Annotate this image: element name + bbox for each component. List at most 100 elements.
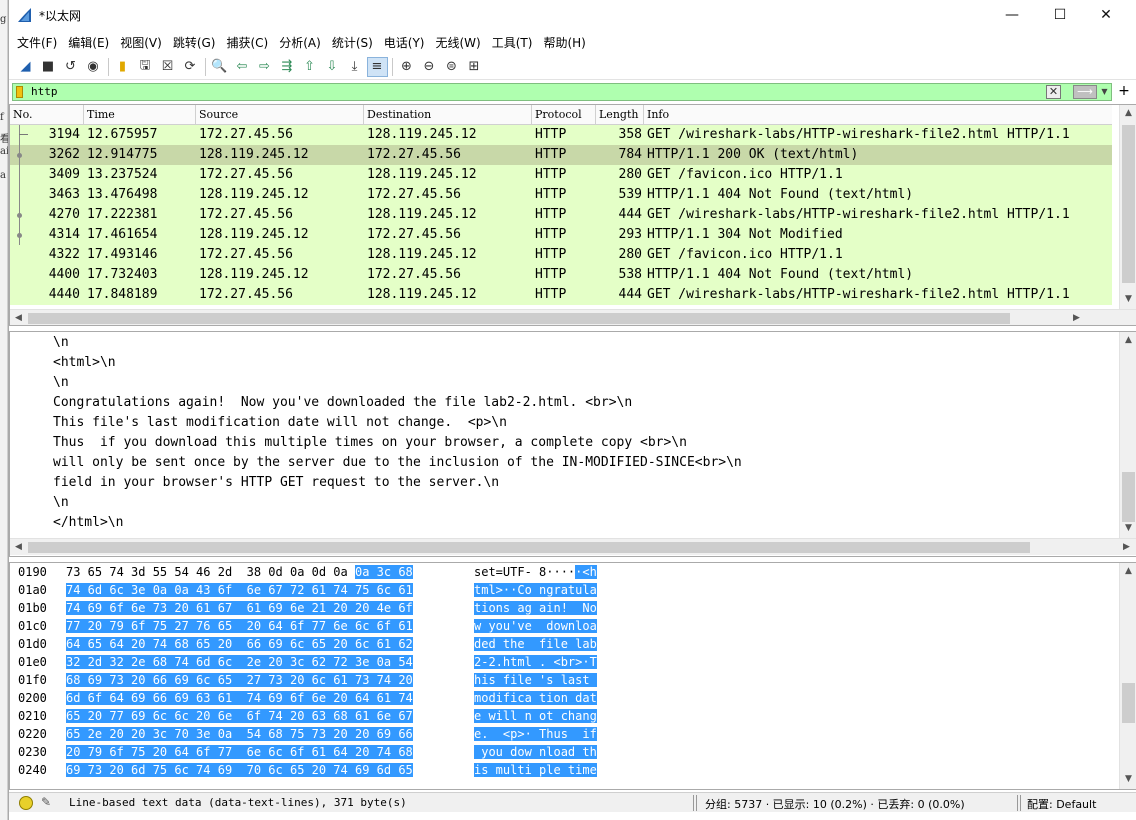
details-vscrollbar[interactable]: ▲ ▼ bbox=[1119, 332, 1136, 538]
configuration-profile[interactable]: 配置: Default bbox=[1027, 796, 1096, 812]
text-data-line[interactable]: Congratulations again! Now you've downlo… bbox=[53, 395, 632, 410]
save-file-icon[interactable]: 🖫 bbox=[135, 57, 156, 77]
close-button[interactable]: ✕ bbox=[1083, 0, 1129, 30]
menu-item[interactable]: 跳转(G) bbox=[169, 34, 223, 51]
menu-item[interactable]: 文件(F) bbox=[13, 34, 64, 51]
packet-list-vscrollbar[interactable]: ▲ ▼ bbox=[1119, 105, 1136, 309]
scroll-right-icon[interactable]: ▶ bbox=[1118, 539, 1135, 556]
restart-fin-icon[interactable]: ↺ bbox=[60, 57, 81, 77]
expert-info-icon[interactable] bbox=[19, 796, 33, 810]
packet-row[interactable]: 3194 12.675957 172.27.45.56 128.119.245.12 H… bbox=[10, 125, 1112, 145]
packet-row[interactable]: 4314 17.461654 128.119.245.12 172.27.45.56 H… bbox=[10, 225, 1112, 245]
scroll-down-icon[interactable]: ▼ bbox=[1120, 291, 1136, 308]
packet-row[interactable]: 4270 17.222381 172.27.45.56 128.119.245.12 H… bbox=[10, 205, 1112, 225]
minimize-button[interactable]: — bbox=[989, 0, 1035, 30]
ascii-bytes[interactable]: tions ag ain! No bbox=[474, 599, 597, 617]
text-data-line[interactable]: will only be sent once by the server due… bbox=[53, 455, 742, 470]
stop-square-icon[interactable]: ■ bbox=[38, 57, 59, 77]
column-header-info[interactable]: Info bbox=[644, 105, 1112, 125]
menu-item[interactable]: 分析(A) bbox=[275, 34, 328, 51]
packet-row[interactable]: 3262 12.914775 128.119.245.12 172.27.45.56 H… bbox=[10, 145, 1112, 165]
packet-list-hscrollbar[interactable]: ◀ ▶ bbox=[10, 309, 1136, 325]
hex-bytes[interactable]: 64 65 64 20 74 68 65 20 66 69 6c 65 20 6… bbox=[66, 635, 413, 653]
go-to-packet-icon[interactable]: ⇶ bbox=[277, 57, 298, 77]
clear-filter-icon[interactable]: ✕ bbox=[1046, 85, 1061, 99]
menu-item[interactable]: 编辑(E) bbox=[64, 34, 116, 51]
zoom-in-icon[interactable]: ⊕ bbox=[396, 57, 417, 77]
column-header-protocol[interactable]: Protocol bbox=[532, 105, 596, 125]
hex-bytes[interactable]: 20 79 6f 75 20 64 6f 77 6e 6c 6f 61 64 2… bbox=[66, 743, 413, 761]
ascii-bytes[interactable]: e. <p>· Thus if bbox=[474, 725, 597, 743]
reload-icon[interactable]: ⟳ bbox=[180, 57, 201, 77]
hex-bytes[interactable]: 74 6d 6c 3e 0a 0a 43 6f 6e 67 72 61 74 7… bbox=[66, 581, 413, 599]
text-data-line[interactable]: \n bbox=[53, 375, 69, 390]
ascii-bytes[interactable]: 2-2.html . <br>·T bbox=[474, 653, 597, 671]
ascii-bytes[interactable]: is multi ple time bbox=[474, 761, 597, 779]
details-vscroll-thumb[interactable] bbox=[1122, 472, 1135, 522]
ascii-bytes[interactable]: ded the file lab bbox=[474, 635, 597, 653]
status-splitter[interactable] bbox=[693, 795, 697, 811]
ascii-bytes[interactable]: you dow nload th bbox=[474, 743, 597, 761]
hex-bytes[interactable]: 65 2e 20 20 3c 70 3e 0a 54 68 75 73 20 2… bbox=[66, 725, 413, 743]
scroll-left-icon[interactable]: ◀ bbox=[10, 310, 27, 325]
hex-bytes[interactable]: 74 69 6f 6e 73 20 61 67 61 69 6e 21 20 2… bbox=[66, 599, 413, 617]
packet-row[interactable]: 3409 13.237524 172.27.45.56 128.119.245.12 H… bbox=[10, 165, 1112, 185]
column-header-length[interactable]: Length bbox=[596, 105, 644, 125]
text-data-line[interactable]: This file's last modification date will … bbox=[53, 415, 507, 430]
ascii-bytes[interactable]: w you've downloa bbox=[474, 617, 597, 635]
find-magnifier-icon[interactable]: 🔍 bbox=[209, 57, 230, 77]
hex-bytes[interactable]: 32 2d 32 2e 68 74 6d 6c 2e 20 3c 62 72 3… bbox=[66, 653, 413, 671]
details-hscroll-thumb[interactable] bbox=[28, 542, 1030, 553]
hex-vscroll-thumb[interactable] bbox=[1122, 683, 1135, 723]
column-header-time[interactable]: Time bbox=[84, 105, 196, 125]
text-data-line[interactable]: <html>\n bbox=[53, 355, 116, 370]
capture-comment-icon[interactable]: ✎ bbox=[41, 795, 51, 809]
hex-bytes[interactable]: 73 65 74 3d 55 54 46 2d 38 0d 0a 0d 0a 0… bbox=[66, 563, 413, 581]
colorize-lines-icon[interactable]: ≡ bbox=[366, 56, 388, 77]
close-file-icon[interactable]: ☒ bbox=[157, 57, 178, 77]
text-data-line[interactable]: </html>\n bbox=[53, 515, 123, 530]
go-forward-arrow-icon[interactable]: ⇨ bbox=[254, 57, 275, 77]
text-data-line[interactable]: \n bbox=[53, 495, 69, 510]
ascii-bytes[interactable]: modifica tion dat bbox=[474, 689, 597, 707]
hex-bytes[interactable]: 69 73 20 6d 75 6c 74 69 70 6c 65 20 74 6… bbox=[66, 761, 413, 779]
menu-item[interactable]: 捕获(C) bbox=[222, 34, 275, 51]
menu-item[interactable]: 帮助(H) bbox=[539, 34, 592, 51]
menu-item[interactable]: 工具(T) bbox=[488, 34, 540, 51]
hex-vscrollbar[interactable]: ▲ ▼ bbox=[1119, 563, 1136, 789]
column-header-destination[interactable]: Destination bbox=[364, 105, 532, 125]
go-last-icon[interactable]: ⇩ bbox=[322, 57, 343, 77]
packet-list-vscroll-thumb[interactable] bbox=[1122, 125, 1135, 283]
packet-row[interactable]: 3463 13.476498 128.119.245.12 172.27.45.56 H… bbox=[10, 185, 1112, 205]
auto-scroll-icon[interactable]: ⤓ bbox=[344, 57, 365, 77]
hex-bytes[interactable]: 77 20 79 6f 75 27 76 65 20 64 6f 77 6e 6… bbox=[66, 617, 413, 635]
text-data-line[interactable]: \n bbox=[53, 335, 69, 350]
column-header-no[interactable]: No. bbox=[10, 105, 84, 125]
text-data-line[interactable]: Thus if you download this multiple times… bbox=[53, 435, 687, 450]
menu-item[interactable]: 统计(S) bbox=[328, 34, 380, 51]
packet-row[interactable]: 4400 17.732403 128.119.245.12 172.27.45.56 H… bbox=[10, 265, 1112, 285]
scroll-down-icon[interactable]: ▼ bbox=[1120, 771, 1136, 788]
add-filter-button[interactable]: + bbox=[1115, 83, 1133, 101]
ascii-bytes[interactable]: tml>··Co ngratula bbox=[474, 581, 597, 599]
zoom-out-icon[interactable]: ⊖ bbox=[419, 57, 440, 77]
packet-row[interactable]: 4322 17.493146 172.27.45.56 128.119.245.12 H… bbox=[10, 245, 1112, 265]
go-first-icon[interactable]: ⇧ bbox=[299, 57, 320, 77]
zoom-normal-icon[interactable]: ⊜ bbox=[441, 57, 462, 77]
capture-options-gear-icon[interactable]: ◉ bbox=[83, 57, 104, 77]
status-splitter[interactable] bbox=[1017, 795, 1021, 811]
ascii-bytes[interactable]: his file 's last bbox=[474, 671, 597, 689]
filter-dropdown-icon[interactable]: ▼ bbox=[1099, 85, 1110, 99]
scroll-right-icon[interactable]: ▶ bbox=[1068, 310, 1085, 325]
scroll-up-icon[interactable]: ▲ bbox=[1120, 105, 1136, 122]
scroll-down-icon[interactable]: ▼ bbox=[1120, 520, 1136, 537]
apply-filter-arrow-icon[interactable]: ⟶ bbox=[1073, 85, 1097, 99]
hex-bytes[interactable]: 6d 6f 64 69 66 69 63 61 74 69 6f 6e 20 6… bbox=[66, 689, 413, 707]
shark-fin-start-icon[interactable]: ◢ bbox=[15, 57, 36, 77]
filter-bookmark-icon[interactable] bbox=[16, 86, 23, 98]
scroll-left-icon[interactable]: ◀ bbox=[10, 539, 27, 556]
scroll-up-icon[interactable]: ▲ bbox=[1120, 563, 1136, 580]
ascii-bytes[interactable]: e will n ot chang bbox=[474, 707, 597, 725]
packet-row[interactable]: 4440 17.848189 172.27.45.56 128.119.245.12 H… bbox=[10, 285, 1112, 305]
scroll-up-icon[interactable]: ▲ bbox=[1120, 332, 1136, 349]
